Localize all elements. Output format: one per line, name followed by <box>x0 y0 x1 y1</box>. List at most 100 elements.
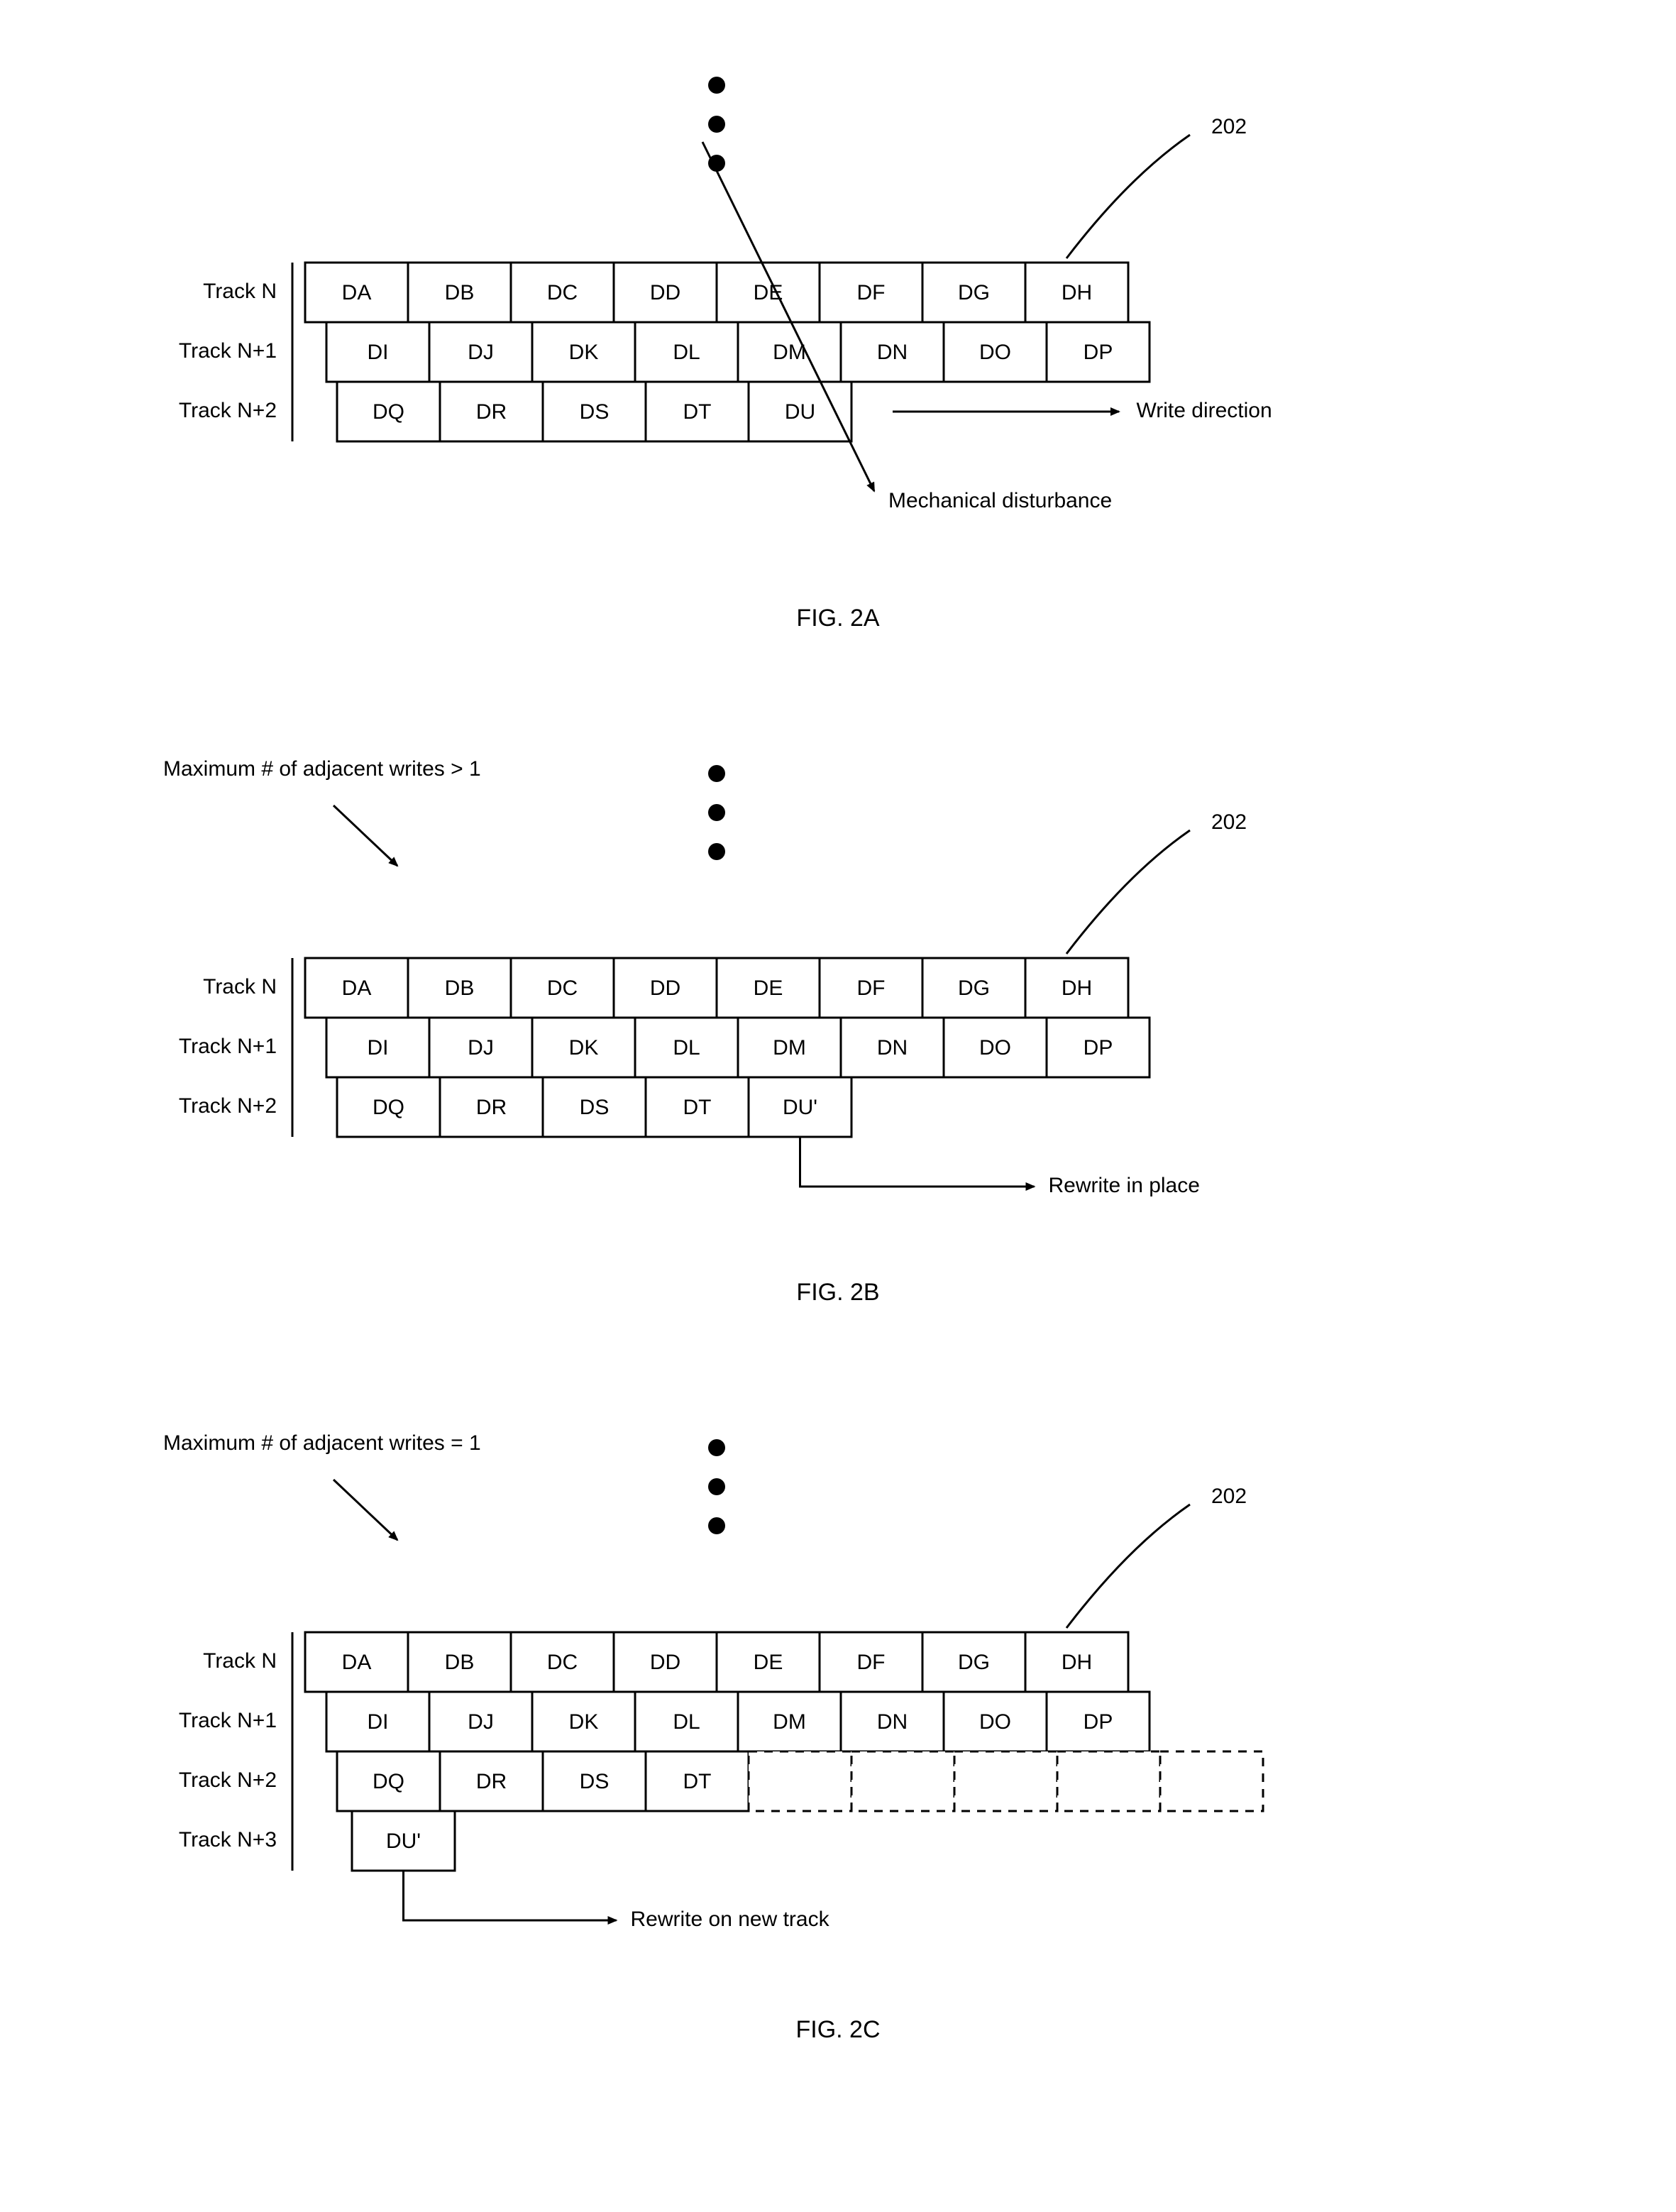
data-cell-label: DH <box>1062 976 1092 1000</box>
data-cell-label: DG <box>958 976 990 1000</box>
write-direction-label: Write direction <box>1137 399 1272 422</box>
track-label: Track N+1 <box>179 1035 277 1058</box>
data-cell-label: DJ <box>468 1036 494 1060</box>
heading-b: Maximum # of adjacent writes > 1 <box>163 757 481 781</box>
figure-caption-b: FIG. 2B <box>796 1279 879 1306</box>
data-cell-label: DJ <box>468 341 494 364</box>
data-cell-label: DP <box>1084 1710 1113 1734</box>
ellipsis-dot <box>708 765 725 782</box>
ellipsis-dot <box>708 77 725 94</box>
data-cell-label: DN <box>877 341 908 364</box>
data-cell-label: DM <box>773 1036 806 1060</box>
rewrite-label-b: Rewrite in place <box>1049 1174 1200 1197</box>
data-cell-label: DJ <box>468 1710 494 1734</box>
data-cell-label: DC <box>547 976 578 1000</box>
data-cell-label: DL <box>673 1710 700 1734</box>
data-cell-label: DU' <box>386 1829 421 1853</box>
data-cell-label: DA <box>342 281 372 304</box>
data-cell-label: DQ <box>373 400 404 424</box>
ellipsis-dot <box>708 116 725 133</box>
empty-cell <box>1057 1751 1160 1811</box>
data-cell-label: DT <box>683 1770 712 1793</box>
ref-leader <box>1066 135 1190 258</box>
track-label: Track N+2 <box>179 399 277 422</box>
data-cell-label: DS <box>580 1096 610 1119</box>
data-cell-label: DC <box>547 1651 578 1674</box>
data-cell-label: DO <box>979 1036 1011 1060</box>
data-cell-label: DI <box>368 341 389 364</box>
data-cell-label: DF <box>857 1651 886 1674</box>
data-cell-label: DL <box>673 1036 700 1060</box>
ellipsis-dot <box>708 1439 725 1456</box>
data-cell-label: DB <box>445 281 475 304</box>
data-cell-label: DA <box>342 976 372 1000</box>
heading-c: Maximum # of adjacent writes = 1 <box>163 1431 481 1455</box>
ref-number: 202 <box>1211 810 1247 834</box>
heading-arrow <box>333 1480 397 1540</box>
data-cell-label: DD <box>650 281 680 304</box>
track-label: Track N+2 <box>179 1094 277 1118</box>
empty-cell <box>749 1751 851 1811</box>
data-cell-label: DH <box>1062 1651 1092 1674</box>
ref-number: 202 <box>1211 115 1247 138</box>
data-cell-label: DD <box>650 976 680 1000</box>
heading-arrow <box>333 805 397 866</box>
rewrite-in-place-arrow <box>800 1137 1035 1187</box>
rewrite-new-track-arrow <box>404 1871 617 1920</box>
data-cell-label: DI <box>368 1710 389 1734</box>
data-cell-label: DR <box>476 400 507 424</box>
data-cell-label: DU' <box>783 1096 817 1119</box>
data-cell-label: DK <box>569 1710 599 1734</box>
data-cell-label: DT <box>683 1096 712 1119</box>
ellipsis-dot <box>708 1478 725 1495</box>
ellipsis-dot <box>708 804 725 821</box>
data-cell-label: DD <box>650 1651 680 1674</box>
data-cell-label: DE <box>754 281 783 304</box>
track-label: Track N+1 <box>179 339 277 363</box>
data-cell-label: DA <box>342 1651 372 1674</box>
data-cell-label: DN <box>877 1036 908 1060</box>
data-cell-label: DQ <box>373 1096 404 1119</box>
data-cell-label: DS <box>580 400 610 424</box>
data-cell-label: DR <box>476 1096 507 1119</box>
data-cell-label: DE <box>754 1651 783 1674</box>
track-label: Track N+1 <box>179 1709 277 1732</box>
ellipsis-dot <box>708 843 725 860</box>
empty-cell <box>1160 1751 1263 1811</box>
track-label: Track N <box>203 1649 277 1673</box>
data-cell-label: DR <box>476 1770 507 1793</box>
data-cell-label: DG <box>958 1651 990 1674</box>
ref-leader <box>1066 1504 1190 1628</box>
figure-caption-a: FIG. 2A <box>796 605 879 632</box>
track-label: Track N+2 <box>179 1768 277 1792</box>
data-cell-label: DK <box>569 341 599 364</box>
data-cell-label: DG <box>958 281 990 304</box>
track-label: Track N <box>203 975 277 998</box>
data-cell-label: DN <box>877 1710 908 1734</box>
data-cell-label: DF <box>857 976 886 1000</box>
data-cell-label: DB <box>445 1651 475 1674</box>
data-cell-label: DE <box>754 976 783 1000</box>
rewrite-label-c: Rewrite on new track <box>631 1908 830 1931</box>
data-cell-label: DF <box>857 281 886 304</box>
mechanical-disturbance-label: Mechanical disturbance <box>888 489 1112 512</box>
data-cell-label: DQ <box>373 1770 404 1793</box>
ref-leader <box>1066 830 1190 954</box>
empty-cell <box>851 1751 954 1811</box>
figure-caption-c: FIG. 2C <box>795 2016 880 2043</box>
data-cell-label: DS <box>580 1770 610 1793</box>
track-label: Track N+3 <box>179 1828 277 1851</box>
data-cell-label: DB <box>445 976 475 1000</box>
data-cell-label: DO <box>979 341 1011 364</box>
data-cell-label: DM <box>773 1710 806 1734</box>
data-cell-label: DP <box>1084 1036 1113 1060</box>
data-cell-label: DK <box>569 1036 599 1060</box>
ellipsis-dot <box>708 1517 725 1534</box>
data-cell-label: DU <box>785 400 815 424</box>
empty-cell <box>954 1751 1057 1811</box>
track-label: Track N <box>203 280 277 303</box>
data-cell-label: DH <box>1062 281 1092 304</box>
data-cell-label: DO <box>979 1710 1011 1734</box>
data-cell-label: DC <box>547 281 578 304</box>
data-cell-label: DI <box>368 1036 389 1060</box>
